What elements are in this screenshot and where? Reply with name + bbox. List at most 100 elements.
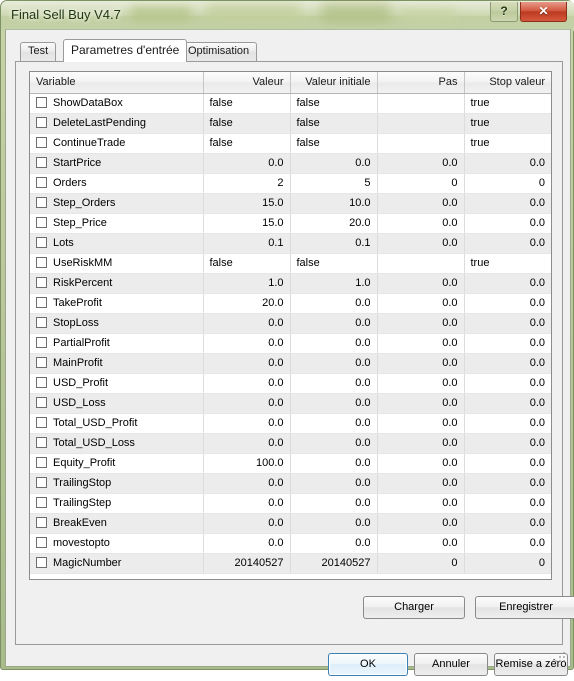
table-row[interactable]: Step_Orders 15.0 10.0 0.0 0.0 (30, 193, 551, 214)
cell-stop-valeur[interactable]: 0.0 (464, 293, 551, 314)
cancel-button[interactable]: Annuler (414, 653, 488, 676)
cell-valeur[interactable]: 20140527 (203, 553, 291, 574)
cell-valeur-initiale[interactable]: 0.0 (290, 433, 378, 454)
cell-stop-valeur[interactable]: 0.0 (464, 413, 551, 434)
cell-pas[interactable]: 0.0 (377, 373, 465, 394)
table-row[interactable]: Total_USD_Profit 0.0 0.0 0.0 0.0 (30, 413, 551, 434)
table-row[interactable]: Step_Price 15.0 20.0 0.0 0.0 (30, 213, 551, 234)
cell-pas[interactable] (377, 93, 465, 114)
table-row[interactable]: USD_Loss 0.0 0.0 0.0 0.0 (30, 393, 551, 414)
cell-valeur[interactable]: 0.0 (203, 513, 291, 534)
table-row[interactable]: Equity_Profit 100.0 0.0 0.0 0.0 (30, 453, 551, 474)
table-row[interactable]: MagicNumber 20140527 20140527 0 0 (30, 553, 551, 574)
cell-pas[interactable] (377, 113, 465, 134)
cell-valeur[interactable]: 0.0 (203, 413, 291, 434)
cell-valeur[interactable]: 0.0 (203, 493, 291, 514)
cell-variable[interactable]: ContinueTrade (30, 133, 204, 154)
cell-valeur[interactable]: false (203, 113, 291, 134)
cell-variable[interactable]: DeleteLastPending (30, 113, 204, 134)
checkbox-icon[interactable] (36, 137, 47, 148)
checkbox-icon[interactable] (36, 417, 47, 428)
checkbox-icon[interactable] (36, 217, 47, 228)
table-row[interactable]: PartialProfit 0.0 0.0 0.0 0.0 (30, 333, 551, 354)
checkbox-icon[interactable] (36, 517, 47, 528)
cell-stop-valeur[interactable]: true (464, 253, 551, 274)
cell-valeur[interactable]: 0.0 (203, 533, 291, 554)
table-row[interactable]: Total_USD_Loss 0.0 0.0 0.0 0.0 (30, 433, 551, 454)
cell-valeur-initiale[interactable]: 0.0 (290, 473, 378, 494)
column-header-valeur-initiale[interactable]: Valeur initiale (290, 72, 378, 94)
parameters-table-container[interactable]: Variable Valeur Valeur initiale Pas Stop… (29, 71, 552, 580)
cell-variable[interactable]: BreakEven (30, 513, 204, 534)
cell-valeur-initiale[interactable]: 0.0 (290, 533, 378, 554)
cell-valeur[interactable]: 15.0 (203, 213, 291, 234)
checkbox-icon[interactable] (36, 117, 47, 128)
table-row[interactable]: DeleteLastPending false false true (30, 113, 551, 134)
cell-variable[interactable]: MainProfit (30, 353, 204, 374)
table-row[interactable]: StopLoss 0.0 0.0 0.0 0.0 (30, 313, 551, 334)
tab-optimisation[interactable]: Optimisation (180, 42, 258, 61)
cell-pas[interactable]: 0.0 (377, 353, 465, 374)
cell-valeur[interactable]: 0.0 (203, 473, 291, 494)
cell-valeur-initiale[interactable]: 0.0 (290, 413, 378, 434)
cell-valeur[interactable]: 0.0 (203, 393, 291, 414)
cell-variable[interactable]: TrailingStop (30, 473, 204, 494)
cell-pas[interactable]: 0.0 (377, 453, 465, 474)
cell-stop-valeur[interactable]: 0.0 (464, 433, 551, 454)
cell-valeur-initiale[interactable]: 5 (290, 173, 378, 194)
cell-variable[interactable]: UseRiskMM (30, 253, 204, 274)
cell-variable[interactable]: Step_Orders (30, 193, 204, 214)
cell-variable[interactable]: USD_Loss (30, 393, 204, 414)
column-header-pas[interactable]: Pas (377, 72, 465, 94)
cell-valeur-initiale[interactable]: 0.0 (290, 313, 378, 334)
column-header-variable[interactable]: Variable (30, 72, 204, 94)
cell-valeur-initiale[interactable]: 0.0 (290, 453, 378, 474)
cell-stop-valeur[interactable]: 0.0 (464, 353, 551, 374)
checkbox-icon[interactable] (36, 397, 47, 408)
cell-valeur[interactable]: false (203, 133, 291, 154)
cell-valeur-initiale[interactable]: 0.1 (290, 233, 378, 254)
cell-pas[interactable]: 0.0 (377, 293, 465, 314)
checkbox-icon[interactable] (36, 357, 47, 368)
cell-stop-valeur[interactable]: 0.0 (464, 213, 551, 234)
cell-stop-valeur[interactable]: 0 (464, 553, 551, 574)
cell-valeur[interactable]: 100.0 (203, 453, 291, 474)
table-row[interactable]: TakeProfit 20.0 0.0 0.0 0.0 (30, 293, 551, 314)
table-row[interactable]: movestopto 0.0 0.0 0.0 0.0 (30, 533, 551, 554)
table-row[interactable]: Lots 0.1 0.1 0.0 0.0 (30, 233, 551, 254)
cell-variable[interactable]: StopLoss (30, 313, 204, 334)
resize-grip-icon[interactable] (555, 652, 567, 664)
cell-variable[interactable]: Total_USD_Loss (30, 433, 204, 454)
table-row[interactable]: TrailingStop 0.0 0.0 0.0 0.0 (30, 473, 551, 494)
cell-variable[interactable]: TrailingStep (30, 493, 204, 514)
cell-stop-valeur[interactable]: 0.0 (464, 153, 551, 174)
checkbox-icon[interactable] (36, 437, 47, 448)
cell-variable[interactable]: Total_USD_Profit (30, 413, 204, 434)
cell-stop-valeur[interactable]: true (464, 93, 551, 114)
cell-stop-valeur[interactable]: 0.0 (464, 193, 551, 214)
cell-valeur-initiale[interactable]: 0.0 (290, 513, 378, 534)
checkbox-icon[interactable] (36, 297, 47, 308)
checkbox-icon[interactable] (36, 497, 47, 508)
cell-valeur[interactable]: 0.0 (203, 153, 291, 174)
close-button[interactable]: ✕ (520, 2, 567, 22)
cell-pas[interactable]: 0.0 (377, 213, 465, 234)
cell-valeur-initiale[interactable]: false (290, 253, 378, 274)
table-row[interactable]: Orders 2 5 0 0 (30, 173, 551, 194)
cell-stop-valeur[interactable]: 0.0 (464, 493, 551, 514)
cell-valeur[interactable]: 0.0 (203, 373, 291, 394)
table-row[interactable]: UseRiskMM false false true (30, 253, 551, 274)
cell-pas[interactable]: 0.0 (377, 513, 465, 534)
cell-pas[interactable]: 0 (377, 553, 465, 574)
cell-valeur-initiale[interactable]: 0.0 (290, 353, 378, 374)
cell-valeur-initiale[interactable]: 0.0 (290, 373, 378, 394)
cell-valeur[interactable]: 1.0 (203, 273, 291, 294)
cell-variable[interactable]: ShowDataBox (30, 93, 204, 114)
title-bar[interactable]: Final Sell Buy V4.7 ? ✕ (1, 1, 574, 31)
table-row[interactable]: ShowDataBox false false true (30, 93, 551, 114)
cell-pas[interactable]: 0.0 (377, 393, 465, 414)
cell-valeur[interactable]: 0.0 (203, 353, 291, 374)
tab-test[interactable]: Test (20, 42, 57, 61)
cell-pas[interactable]: 0.0 (377, 533, 465, 554)
table-row[interactable]: TrailingStep 0.0 0.0 0.0 0.0 (30, 493, 551, 514)
